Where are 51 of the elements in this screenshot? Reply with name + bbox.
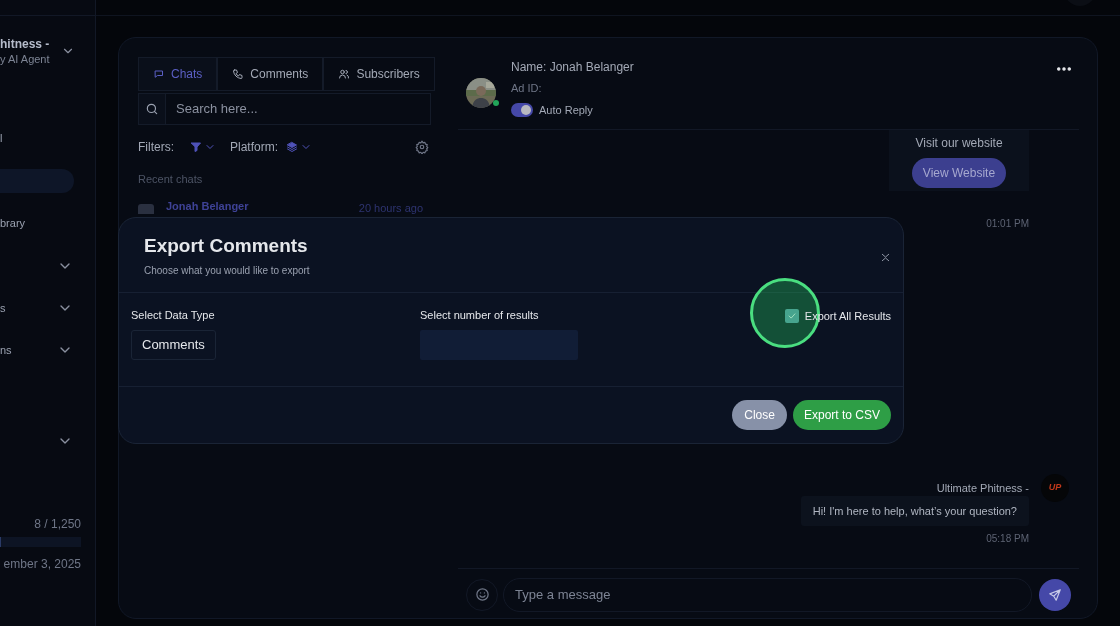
- search-button[interactable]: [138, 93, 166, 125]
- funnel-icon: [190, 141, 202, 153]
- dialog-subtitle: Choose what you would like to export: [144, 264, 310, 278]
- platform-dropdown[interactable]: [286, 141, 312, 153]
- filters-label: Filters:: [138, 139, 174, 156]
- usage-count: 8 / 1,250: [33, 516, 82, 533]
- layers-icon: [286, 141, 298, 153]
- chat-icon: [153, 68, 165, 80]
- message-card: Visit our website View Website: [889, 130, 1029, 191]
- search-field[interactable]: Search here...: [166, 93, 431, 125]
- data-type-select[interactable]: Comments: [131, 330, 216, 360]
- message-field[interactable]: Type a message: [503, 577, 1032, 612]
- tab[interactable]: Subscribers: [323, 57, 435, 91]
- contact-name: Name: Jonah Belanger: [511, 60, 634, 74]
- close-icon: [880, 252, 891, 263]
- users-icon: [338, 68, 351, 80]
- check-icon: [786, 311, 797, 322]
- view-website-button[interactable]: View Website: [911, 158, 1007, 188]
- checkbox[interactable]: [784, 309, 799, 324]
- chat-time: 20 hours ago: [358, 201, 423, 215]
- tab[interactable]: Comments: [217, 57, 324, 91]
- sidebar-item[interactable]: s: [0, 296, 95, 320]
- account-name: hitness -: [0, 36, 50, 52]
- smiley-icon: [474, 587, 490, 602]
- more-icon: [1057, 66, 1071, 72]
- sidebar-item[interactable]: ns: [0, 338, 95, 362]
- search-icon: [145, 102, 159, 116]
- section-title: Recent chats: [138, 172, 204, 187]
- send-icon: [1048, 587, 1062, 602]
- auto-reply-toggle[interactable]: [511, 103, 533, 118]
- chat-avatar: [138, 203, 154, 214]
- field-label: Select Data Type: [131, 308, 215, 322]
- phone-icon: [232, 68, 245, 80]
- sidebar-item[interactable]: brary: [0, 211, 95, 235]
- send-button[interactable]: [1039, 578, 1071, 611]
- filter-dropdown[interactable]: [190, 141, 216, 153]
- ad-id-label: Ad ID:: [511, 81, 543, 95]
- message-time: 01:01 PM: [986, 217, 1029, 231]
- account-subtitle: y AI Agent: [0, 51, 50, 66]
- dialog-title: Export Comments: [144, 234, 309, 258]
- message-time: 05:18 PM: [986, 532, 1029, 546]
- platform-label: Platform:: [230, 139, 278, 156]
- sidebar-item[interactable]: l: [0, 126, 95, 150]
- settings-icon: [415, 140, 429, 154]
- usage-date: ember 3, 2025: [2, 556, 82, 573]
- tab[interactable]: Chats: [138, 57, 218, 91]
- message-bubble: Hi! I'm here to help, what’s your question?: [800, 495, 1029, 526]
- sender-avatar: UP: [1041, 473, 1069, 502]
- field-label: Select number of results: [420, 308, 539, 322]
- sender-name: Ultimate Phitness -: [936, 480, 1029, 495]
- toggle-label: Auto Reply: [539, 103, 593, 118]
